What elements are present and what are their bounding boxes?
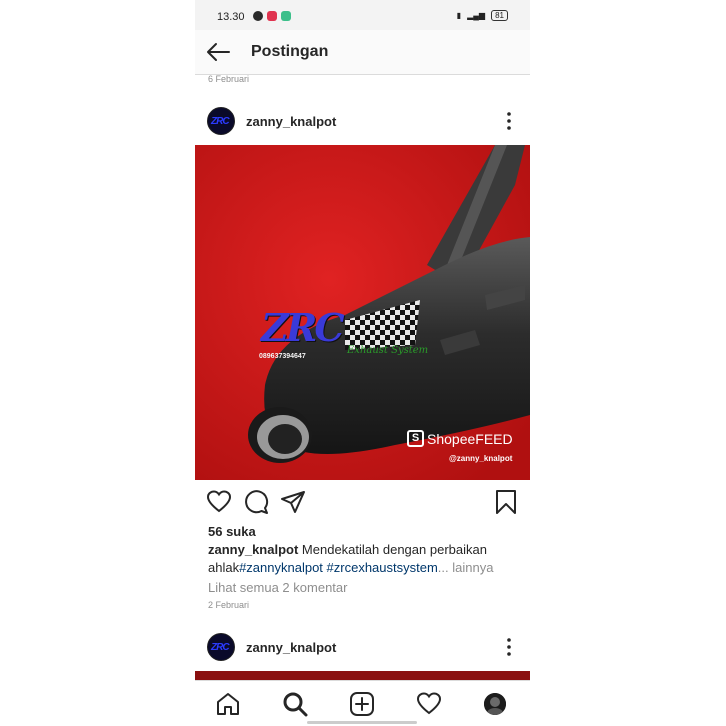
bottom-navigation <box>195 680 530 726</box>
profile-avatar[interactable] <box>484 693 506 715</box>
caption-hashtags[interactable]: #zannyknalpot #zrcexhaustsystem <box>239 560 438 575</box>
previous-post-date: 6 Februari <box>208 74 250 84</box>
avatar[interactable]: ZRC <box>207 107 235 135</box>
battery-icon: 81 <box>491 10 508 21</box>
home-indicator <box>307 721 417 724</box>
search-icon[interactable] <box>282 691 308 717</box>
shopee-handle: @zanny_knalpot <box>449 454 513 463</box>
notification-icons <box>253 11 291 21</box>
status-bar: 13.30 ▮ ▂▄▆ 81 <box>195 0 530 30</box>
add-post-icon[interactable] <box>349 691 375 717</box>
post-username[interactable]: zanny_knalpot <box>246 114 336 129</box>
top-header: Postingan <box>195 30 530 75</box>
shopee-notification-icon <box>281 11 291 21</box>
page-title: Postingan <box>251 43 329 60</box>
post-header: ZRC zanny_knalpot <box>195 101 530 141</box>
caption-more-link[interactable]: lainnya <box>452 560 493 575</box>
shopee-bag-icon: S <box>407 430 424 447</box>
share-icon[interactable] <box>280 489 306 515</box>
comment-icon[interactable] <box>243 489 269 515</box>
profile-photo <box>484 693 506 715</box>
back-arrow-icon[interactable] <box>205 40 231 64</box>
like-count[interactable]: 56 suka <box>208 524 256 539</box>
activity-heart-icon[interactable] <box>416 691 442 717</box>
brand-subtitle: Exhaust System <box>347 345 429 356</box>
shopee-badge: S ShopeeFEED <box>407 430 513 447</box>
status-time: 13.30 <box>217 11 245 23</box>
post-date: 2 Februari <box>208 600 250 610</box>
system-icons: ▮ ▂▄▆ 81 <box>457 10 508 21</box>
phone-number-text: 089637394647 <box>259 353 306 360</box>
next-post-header: ZRC zanny_knalpot <box>195 627 530 667</box>
caption-ellipsis: ... <box>437 560 449 575</box>
more-vertical-icon[interactable] <box>502 637 516 657</box>
post-actions <box>195 487 530 517</box>
more-vertical-icon[interactable] <box>502 111 516 131</box>
whatsapp-icon <box>253 11 263 21</box>
signal-icon: ▂▄▆ <box>467 11 486 20</box>
post-caption: zanny_knalpot Mendekatilah dengan perbai… <box>208 541 508 577</box>
brand-logo: ZRC <box>261 305 345 350</box>
next-post-username[interactable]: zanny_knalpot <box>246 640 336 655</box>
heart-icon[interactable] <box>206 489 232 515</box>
app-screen: 13.30 ▮ ▂▄▆ 81 Postingan 6 Februari ZRC … <box>195 0 530 726</box>
home-icon[interactable] <box>215 691 241 717</box>
post-image[interactable]: ZRC Exhaust System 089637394647 S Shopee… <box>195 145 530 480</box>
avatar-text: ZRC <box>211 642 230 653</box>
app-notification-icon <box>267 11 277 21</box>
avatar[interactable]: ZRC <box>207 633 235 661</box>
shopee-feed-label: ShopeeFEED <box>427 430 513 447</box>
caption-username[interactable]: zanny_knalpot <box>208 542 298 557</box>
view-comments-link[interactable]: Lihat semua 2 komentar <box>208 580 347 595</box>
bookmark-icon[interactable] <box>493 489 519 515</box>
avatar-text: ZRC <box>211 116 230 127</box>
vibrate-icon: ▮ <box>456 11 462 20</box>
